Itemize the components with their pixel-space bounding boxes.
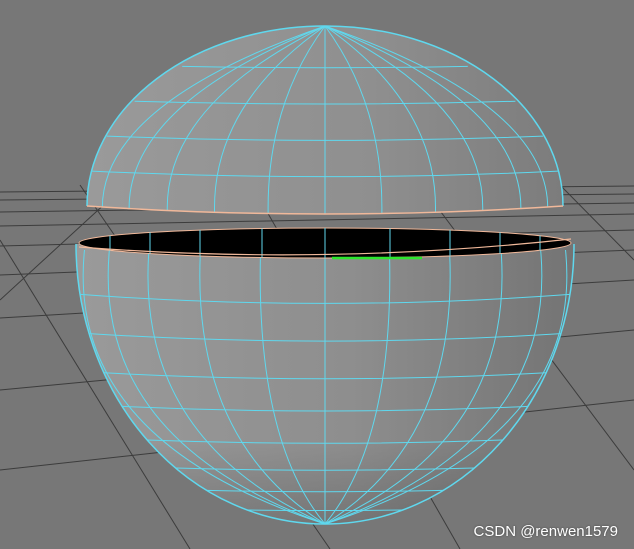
watermark-text: CSDN @renwen1579 [473, 523, 618, 540]
viewport-canvas[interactable] [0, 0, 634, 549]
3d-viewport[interactable]: CSDN @renwen1579 [0, 0, 634, 549]
sphere-lower-half[interactable] [75, 227, 575, 525]
grid-line [0, 213, 634, 227]
sphere-upper-half[interactable] [86, 25, 564, 218]
